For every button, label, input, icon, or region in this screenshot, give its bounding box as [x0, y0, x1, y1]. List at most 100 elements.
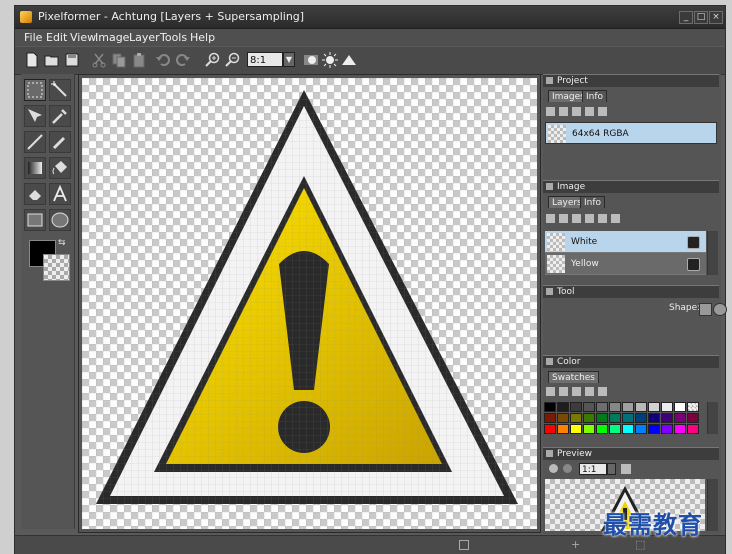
rectangle-icon[interactable] — [24, 209, 46, 231]
tool-panel-header[interactable]: Tool — [543, 285, 719, 298]
redo-icon[interactable] — [175, 52, 191, 68]
project-panel-header[interactable]: Project — [543, 74, 719, 87]
magic-wand-icon[interactable] — [49, 79, 71, 101]
color-swatch[interactable] — [583, 413, 595, 423]
menu-view[interactable]: View — [70, 31, 96, 44]
preview-zoom-select[interactable]: 1:1 — [579, 463, 607, 475]
color-swatch[interactable] — [583, 424, 595, 434]
cut-icon[interactable] — [91, 52, 107, 68]
preview-zoom-out-icon[interactable] — [563, 464, 572, 473]
color-swatch[interactable] — [635, 402, 647, 412]
layer-visibility-icon[interactable] — [687, 258, 700, 271]
color-swatch[interactable] — [648, 424, 660, 434]
color-swatch[interactable] — [674, 402, 686, 412]
color-swatch[interactable] — [674, 413, 686, 423]
color-swatch[interactable] — [557, 424, 569, 434]
move-icon[interactable] — [24, 105, 46, 127]
color-swatch[interactable] — [609, 402, 621, 412]
save-icon[interactable] — [64, 52, 80, 68]
new-layer-icon[interactable] — [546, 213, 555, 223]
menu-help[interactable]: Help — [190, 31, 215, 44]
undo-icon[interactable] — [155, 52, 171, 68]
triangle-icon[interactable] — [341, 52, 357, 68]
color-swatch[interactable] — [596, 413, 608, 423]
tab-image-info[interactable]: Info — [580, 196, 606, 208]
color-swatch[interactable] — [557, 402, 569, 412]
delete-layer-icon[interactable] — [572, 213, 581, 223]
layer-visibility-icon[interactable] — [687, 236, 700, 249]
move-up-icon[interactable] — [585, 106, 594, 116]
close-button[interactable]: × — [709, 11, 723, 24]
color-swatch[interactable] — [570, 402, 582, 412]
open-file-icon[interactable] — [44, 52, 60, 68]
color-swatch[interactable] — [544, 424, 556, 434]
menu-edit[interactable]: Edit — [46, 31, 67, 44]
zoom-in-icon[interactable] — [205, 52, 221, 68]
color-swatch[interactable] — [661, 424, 673, 434]
line-icon[interactable] — [24, 131, 46, 153]
drawing-canvas[interactable] — [82, 78, 537, 529]
color-swatch[interactable] — [674, 424, 686, 434]
layer-down-icon[interactable] — [611, 213, 620, 223]
copy-icon[interactable] — [111, 52, 127, 68]
color-swatch[interactable] — [661, 402, 673, 412]
eraser-icon[interactable] — [24, 183, 46, 205]
properties-icon[interactable] — [572, 106, 581, 116]
open-swatches-icon[interactable] — [559, 386, 568, 396]
layer-properties-icon[interactable] — [585, 213, 594, 223]
color-swatch[interactable] — [596, 402, 608, 412]
fill-bucket-icon[interactable] — [49, 157, 71, 179]
menu-image[interactable]: Image — [95, 31, 129, 44]
sun-icon[interactable] — [322, 52, 338, 68]
save-swatches-icon[interactable] — [572, 386, 581, 396]
color-swatch[interactable] — [687, 413, 699, 423]
color-swatch[interactable] — [544, 413, 556, 423]
gradient-icon[interactable] — [24, 157, 46, 179]
color-swatch[interactable] — [622, 424, 634, 434]
preview-bg-icon[interactable] — [303, 52, 319, 68]
layer-row[interactable]: White — [545, 231, 706, 253]
zoom-select[interactable]: 8:1 — [247, 52, 283, 67]
preview-scrollbar[interactable] — [707, 479, 718, 531]
chevron-down-icon[interactable] — [607, 463, 616, 475]
eyedropper-icon[interactable] — [49, 105, 71, 127]
brush-icon[interactable] — [49, 131, 71, 153]
new-file-icon[interactable] — [24, 52, 40, 68]
tab-swatches[interactable]: Swatches — [548, 371, 599, 383]
round-shape-icon[interactable] — [713, 303, 727, 316]
square-shape-icon[interactable] — [699, 303, 712, 316]
list-item[interactable]: 64x64 RGBA — [545, 122, 717, 144]
color-swatch[interactable] — [583, 402, 595, 412]
color-swatch[interactable] — [648, 413, 660, 423]
menu-layer[interactable]: Layer — [129, 31, 160, 44]
delete-icon[interactable] — [559, 106, 568, 116]
preview-zoom-in-icon[interactable] — [549, 464, 558, 473]
new-image-icon[interactable] — [546, 106, 555, 116]
layers-scrollbar[interactable] — [707, 231, 718, 275]
text-icon[interactable] — [49, 183, 71, 205]
color-panel-header[interactable]: Color — [543, 355, 719, 368]
swatches-scrollbar[interactable] — [707, 402, 718, 434]
layer-stack-icon[interactable] — [559, 213, 568, 223]
color-swatch[interactable] — [609, 424, 621, 434]
color-swatch[interactable] — [687, 402, 699, 412]
color-swatch[interactable] — [570, 424, 582, 434]
paste-icon[interactable] — [131, 52, 147, 68]
color-swatch[interactable] — [609, 413, 621, 423]
menu-file[interactable]: File — [24, 31, 42, 44]
color-swatch[interactable] — [557, 413, 569, 423]
zoom-out-icon[interactable] — [225, 52, 241, 68]
add-swatch-icon[interactable] — [585, 386, 594, 396]
remove-swatch-icon[interactable] — [598, 386, 607, 396]
swap-colors-icon[interactable]: ⇆ — [58, 238, 66, 248]
chevron-down-icon[interactable]: ▼ — [283, 52, 295, 67]
color-swatch[interactable] — [622, 402, 634, 412]
minimize-button[interactable]: _ — [679, 11, 693, 24]
image-panel-header[interactable]: Image — [543, 180, 719, 193]
preview-fit-icon[interactable] — [621, 464, 631, 474]
color-swatch[interactable] — [544, 402, 556, 412]
tab-project-info[interactable]: Info — [582, 90, 608, 102]
secondary-color-swatch[interactable] — [43, 254, 70, 281]
color-swatch[interactable] — [687, 424, 699, 434]
preview-panel-header[interactable]: Preview — [543, 447, 719, 460]
